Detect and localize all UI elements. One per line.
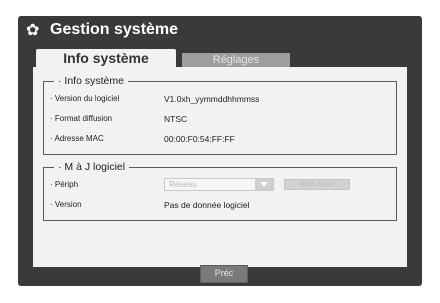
update-button-label: Mise à jour	[299, 181, 335, 188]
software-version-label: · Version du logiciel	[50, 94, 120, 103]
window-title: Gestion système	[50, 21, 179, 38]
software-update-group-label: · M à J logiciel	[54, 160, 130, 174]
gear-icon: ✿	[26, 20, 40, 39]
system-info-group-label: · Info système	[54, 74, 128, 88]
previous-button-label: Préc	[214, 268, 234, 278]
mac-address-label: · Adresse MAC	[50, 134, 104, 143]
device-select[interactable]: Réseau	[164, 178, 274, 191]
system-info-group: · Info système · Version du logiciel V1.…	[43, 74, 397, 155]
software-update-group: · M à J logiciel · Périph Réseau Mise à …	[43, 160, 397, 221]
previous-button[interactable]: Préc	[200, 265, 248, 283]
tab-bar: Info système Réglages	[36, 49, 408, 67]
version-value: Pas de donnée logiciel	[164, 200, 250, 210]
device-label: · Périph	[50, 180, 79, 189]
broadcast-format-value: NTSC	[164, 114, 188, 124]
update-button[interactable]: Mise à jour	[284, 179, 350, 190]
title-bar: ✿ Gestion système	[18, 16, 422, 46]
tab-info-systeme[interactable]: Info système	[36, 49, 176, 67]
mac-address-value: 00:00:F0:54:FF:FF	[164, 134, 235, 144]
tab-reglages[interactable]: Réglages	[182, 53, 290, 67]
device-select-value: Réseau	[169, 180, 197, 189]
system-management-window: ✿ Gestion système Info système Réglages …	[18, 16, 422, 286]
content-panel: · Info système · Version du logiciel V1.…	[33, 67, 407, 267]
software-version-value: V1.0xh_yymmddhhmmss	[164, 94, 260, 104]
chevron-down-icon	[255, 179, 273, 190]
broadcast-format-label: · Format diffusion	[50, 114, 113, 123]
version-label: · Version	[50, 200, 82, 209]
